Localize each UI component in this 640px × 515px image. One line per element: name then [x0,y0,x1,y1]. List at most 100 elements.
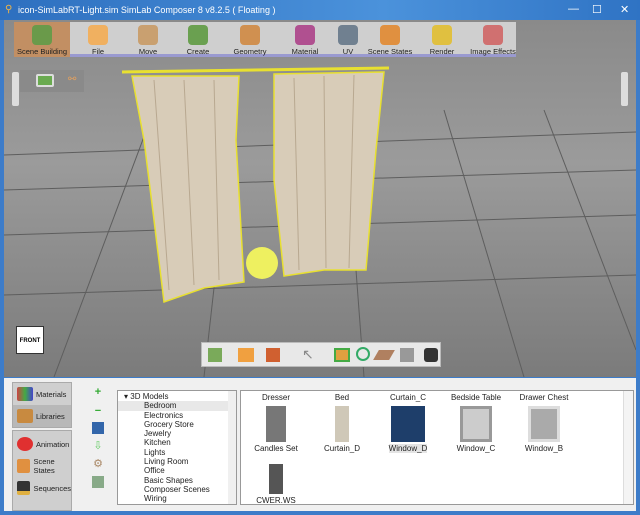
library-item[interactable]: Window_B [511,403,577,453]
libraries-icon [17,409,33,423]
fit-view-icon[interactable] [334,348,350,362]
tree-item[interactable]: Office [118,466,236,475]
geometry-icon [240,25,260,45]
minimize-button[interactable]: — [568,3,579,15]
library-item[interactable]: Candles Set [243,403,309,453]
close-button[interactable]: ✕ [620,3,629,16]
toolbar-render-button[interactable]: Render [419,22,465,57]
face-mode-icon[interactable] [238,348,254,362]
toolbar-move-button[interactable]: Move [124,22,172,57]
window-thumb [391,406,425,442]
window-thumb [528,406,560,442]
library-item[interactable]: CWER.WS [243,461,309,505]
panel-tabs-top: Materials Libraries [12,382,72,428]
library-scrollbar[interactable] [623,391,633,504]
item-label: Window_D [388,444,428,453]
select-object-icon[interactable] [208,348,222,362]
library-header: Bed [334,393,350,402]
zoom-icon[interactable] [356,347,370,361]
item-label: CWER.WS [256,496,296,505]
material-icon [295,25,315,45]
scene-building-icon [32,25,52,45]
tab-scene-states[interactable]: Scene States [13,455,71,477]
toolbar-scene-states-button[interactable]: Scene States [364,22,416,57]
tree-item[interactable]: Basic Shapes [118,476,236,485]
library-item[interactable]: Curtain_D [309,403,375,453]
panel-tabs-bottom: Animation Scene States Sequences [12,430,72,511]
toolbar-label: Create [186,47,210,56]
candles-thumb [266,406,286,442]
toolbar-uv-button[interactable]: UV [334,22,362,57]
screenshot-icon[interactable] [424,348,438,362]
tree-root[interactable]: ▾ 3D Models [118,392,236,401]
toolbar-material-button[interactable]: Material [279,22,331,57]
3d-viewport[interactable]: Scene Building File Move Create Geometry Mate… [4,20,636,377]
tree-item[interactable]: Bedroom [118,401,236,411]
add-icon[interactable]: + [92,386,104,398]
toolbar-label: Scene States [367,47,413,56]
import-icon[interactable]: ⇩ [92,440,104,452]
tree-scrollbar[interactable] [228,391,236,504]
tree-item[interactable]: Wiring [118,494,236,503]
library-header: Bedside Table [450,393,502,402]
uv-icon [338,25,358,45]
camera-icon[interactable] [36,74,54,87]
remove-icon[interactable]: − [92,405,104,417]
toolbar-geometry-button[interactable]: Geometry [224,22,276,57]
tab-libraries[interactable]: Libraries [13,405,71,427]
tree-item[interactable]: Living Room [118,457,236,466]
tree-item[interactable]: Grocery Store [118,420,236,429]
floor-icon[interactable] [373,350,395,360]
folder-icon [88,25,108,45]
tab-label: Sequences [33,483,71,493]
toolbar-label: Render [429,47,455,56]
library-item[interactable]: Window_D [375,403,441,453]
render-icon [432,25,452,45]
tree-item[interactable]: Kitchen [118,438,236,447]
materials-icon [17,387,33,401]
tree-item[interactable]: Electronics [118,411,236,420]
tree-item[interactable]: Jewelry [118,429,236,438]
scene-states-icon [380,25,400,45]
object-mode-icon[interactable] [266,348,280,362]
light-sphere [246,247,278,279]
library-icon[interactable] [92,422,104,434]
app-icon: ⚲ [5,4,13,15]
toolbar-label: Move [138,47,158,56]
maximize-button[interactable]: ☐ [592,3,602,16]
toolbar-file-button[interactable]: File [74,22,122,57]
curtain-right [273,71,385,277]
link-icon[interactable]: ⚯ [68,74,76,85]
library-grid: Dresser Bed Curtain_C Bedside Table Draw… [240,390,634,505]
tab-sequences[interactable]: Sequences [13,477,71,499]
settings-icon[interactable]: ⚙ [92,458,104,470]
library-header: Curtain_C [389,393,426,402]
left-panel-toggle[interactable] [12,72,19,106]
toolbar-image-effects-button[interactable]: Image Effects [469,22,517,57]
toolbar-create-button[interactable]: Create [174,22,222,57]
tree-root-label: 3D Models [130,392,169,401]
tree-item[interactable]: Composer Scenes [118,485,236,494]
tab-animation[interactable]: Animation [13,433,71,455]
window-title: icon-SimLabRT-Light.sim SimLab Composer … [18,5,276,15]
toolbar-label: UV [342,47,354,56]
library-header: Dresser [261,393,290,402]
library-item[interactable]: Window_C [443,403,509,453]
view-cube[interactable]: FRONT [16,326,44,354]
tab-materials[interactable]: Materials [13,383,71,405]
grid-icon[interactable] [400,348,414,362]
tab-label: Scene States [33,457,55,475]
toolbar-scene-building-button[interactable]: Scene Building [14,22,70,57]
tab-label: Animation [36,439,70,449]
pointer-icon[interactable]: ↖ [302,346,314,363]
view-mode-icon[interactable] [92,476,104,488]
scene-states-icon [17,459,31,473]
tree-item[interactable]: Lights [118,448,236,457]
right-panel-toggle[interactable] [621,72,628,106]
view-cube-label: FRONT [19,338,41,344]
item-label: Curtain_D [323,444,360,453]
sequences-icon [17,481,31,495]
scene-render [4,66,636,377]
cube-icon [188,25,208,45]
toolbar-label: File [91,47,105,56]
